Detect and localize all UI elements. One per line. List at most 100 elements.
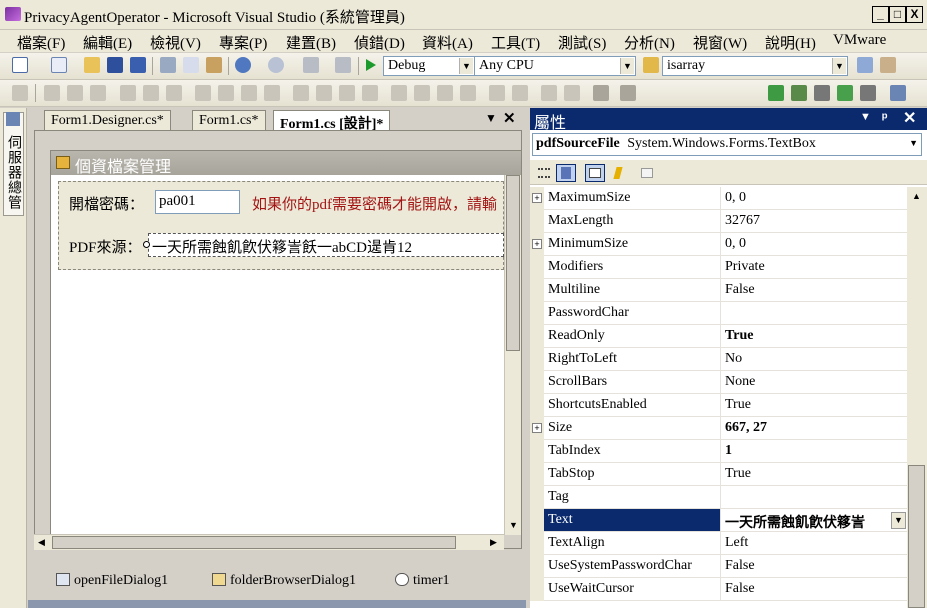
add-item-icon[interactable] xyxy=(51,57,67,73)
pdf-source-field[interactable]: 一天所需蝕飢飮伏簃訔飫一abCD遈肯12 xyxy=(148,233,504,257)
align-bottoms-icon[interactable] xyxy=(166,85,182,101)
scroll-thumb[interactable] xyxy=(908,465,925,608)
property-value[interactable]: Left xyxy=(720,532,907,554)
close-document-icon[interactable]: ✕ xyxy=(503,109,516,127)
menu-view[interactable]: 檢視(V) xyxy=(150,32,201,53)
redo-icon[interactable] xyxy=(268,57,284,73)
events-icon[interactable] xyxy=(608,164,628,182)
property-value[interactable] xyxy=(720,486,907,508)
property-value[interactable]: None xyxy=(720,371,907,393)
make-same-width-icon[interactable] xyxy=(195,85,211,101)
property-value[interactable]: 1 xyxy=(720,440,907,462)
increase-vertical-spacing-icon[interactable] xyxy=(414,85,430,101)
center-horizontally-icon[interactable] xyxy=(489,85,505,101)
expand-icon[interactable]: + xyxy=(532,239,542,249)
property-row-righttoleft[interactable]: RightToLeft No xyxy=(530,348,907,371)
property-value[interactable]: 0, 0 xyxy=(720,233,907,255)
property-value[interactable]: No xyxy=(720,348,907,370)
save-all-icon[interactable] xyxy=(130,57,146,73)
property-value[interactable]: False xyxy=(720,555,907,577)
make-same-size-icon[interactable] xyxy=(241,85,257,101)
tab-order-icon[interactable] xyxy=(620,85,636,101)
property-row-scrollbars[interactable]: ScrollBars None xyxy=(530,371,907,394)
properties-scrollbar[interactable]: ▲ xyxy=(907,187,927,608)
size-to-grid-icon[interactable] xyxy=(264,85,280,101)
menu-edit[interactable]: 編輯(E) xyxy=(83,32,132,53)
solution-explorer-icon[interactable] xyxy=(857,57,873,73)
property-row-usesystempasswordchar[interactable]: UseSystemPasswordChar False xyxy=(530,555,907,578)
property-value[interactable]: 667, 27 xyxy=(720,417,907,439)
property-value[interactable]: False xyxy=(720,578,907,600)
navigate-back-icon[interactable] xyxy=(303,57,319,73)
property-value[interactable]: 32767 xyxy=(720,210,907,232)
property-row-modifiers[interactable]: Modifiers Private xyxy=(530,256,907,279)
property-row-size[interactable]: + Size 667, 27 xyxy=(530,417,907,440)
align-to-grid-icon[interactable] xyxy=(12,85,28,101)
property-row-minimumsize[interactable]: + MinimumSize 0, 0 xyxy=(530,233,907,256)
scroll-thumb[interactable] xyxy=(52,536,456,549)
property-value[interactable] xyxy=(720,302,907,324)
increase-spacing-icon[interactable] xyxy=(316,85,332,101)
property-value[interactable]: 0, 0 xyxy=(720,187,907,209)
property-value[interactable]: 一天所需蝕飢飮伏簃訔 xyxy=(720,509,907,531)
center-vertically-icon[interactable] xyxy=(512,85,528,101)
property-value[interactable]: Private xyxy=(720,256,907,278)
align-lefts-icon[interactable] xyxy=(44,85,60,101)
menu-debug[interactable]: 偵錯(D) xyxy=(354,32,405,53)
scroll-left-icon[interactable]: ◀ xyxy=(34,535,49,550)
paste-icon[interactable] xyxy=(206,57,222,73)
error-list-panel-header[interactable] xyxy=(28,600,526,608)
align-middles-icon[interactable] xyxy=(143,85,159,101)
property-row-multiline[interactable]: Multiline False xyxy=(530,279,907,302)
property-row-tabindex[interactable]: TabIndex 1 xyxy=(530,440,907,463)
find-in-files-icon[interactable] xyxy=(643,57,659,73)
scroll-down-icon[interactable]: ▼ xyxy=(506,518,521,533)
property-row-passwordchar[interactable]: PasswordChar xyxy=(530,302,907,325)
solution-config-select[interactable]: Debug ▼ xyxy=(383,56,475,76)
menu-vmware[interactable]: VMware xyxy=(833,32,886,49)
property-row-text[interactable]: Text 一天所需蝕飢飮伏簃訔 ▼ xyxy=(530,509,907,532)
pin-icon[interactable]: ᵖ xyxy=(882,109,887,125)
properties-window-icon[interactable] xyxy=(880,57,896,73)
object-selector[interactable]: pdfSourceFile System.Windows.Forms.TextB… xyxy=(532,133,922,156)
scroll-up-icon[interactable]: ▲ xyxy=(909,189,924,204)
property-row-tag[interactable]: Tag xyxy=(530,486,907,509)
send-to-back-icon[interactable] xyxy=(564,85,580,101)
property-row-maxlength[interactable]: MaxLength 32767 xyxy=(530,210,907,233)
menu-test[interactable]: 測試(S) xyxy=(558,32,606,53)
categorized-icon[interactable] xyxy=(534,164,554,182)
open-folder-icon[interactable] xyxy=(84,57,100,73)
property-value[interactable]: True xyxy=(720,325,907,347)
deploy-icon[interactable] xyxy=(860,85,876,101)
password-field[interactable]: pa001 xyxy=(155,190,240,214)
run-icon[interactable] xyxy=(768,85,784,101)
decrease-vertical-spacing-icon[interactable] xyxy=(437,85,453,101)
vertical-scrollbar[interactable]: ▼ xyxy=(504,175,521,535)
minimize-button[interactable]: _ xyxy=(872,6,889,23)
save-icon[interactable] xyxy=(107,57,123,73)
horizontal-spacing-icon[interactable] xyxy=(293,85,309,101)
new-project-icon[interactable] xyxy=(12,57,28,73)
chevron-down-icon[interactable]: ▼ xyxy=(860,111,871,123)
bring-to-front-icon[interactable] xyxy=(541,85,557,101)
property-row-readonly[interactable]: ReadOnly True xyxy=(530,325,907,348)
property-row-textalign[interactable]: TextAlign Left xyxy=(530,532,907,555)
maximize-button[interactable]: □ xyxy=(889,6,906,23)
platform-select[interactable]: Any CPU ▼ xyxy=(474,56,636,76)
find-input[interactable]: isarray ▼ xyxy=(662,56,848,76)
copy-icon[interactable] xyxy=(183,57,199,73)
decrease-spacing-icon[interactable] xyxy=(339,85,355,101)
property-value[interactable]: False xyxy=(720,279,907,301)
remove-spacing-icon[interactable] xyxy=(362,85,378,101)
expand-icon[interactable]: + xyxy=(532,193,542,203)
properties-view-icon[interactable] xyxy=(585,164,605,182)
property-row-tabstop[interactable]: TabStop True xyxy=(530,463,907,486)
active-files-dropdown-icon[interactable]: ▼ xyxy=(485,111,497,125)
stop-icon[interactable] xyxy=(814,85,830,101)
property-value[interactable]: True xyxy=(720,394,907,416)
tab-form1-design[interactable]: Form1.cs [設計]* xyxy=(273,110,391,132)
menu-window[interactable]: 視窗(W) xyxy=(693,32,747,53)
undo-icon[interactable] xyxy=(235,57,251,73)
align-centers-icon[interactable] xyxy=(67,85,83,101)
navigate-forward-icon[interactable] xyxy=(335,57,351,73)
